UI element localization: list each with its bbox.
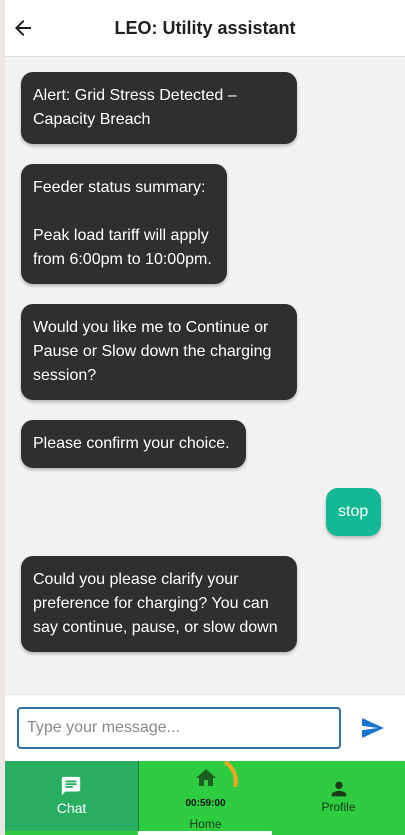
user-message: stop (326, 488, 381, 536)
nav-tab-chat[interactable]: Chat (5, 761, 138, 831)
bot-message: Could you please clarify your preference… (21, 556, 297, 652)
message-composer (5, 694, 405, 761)
nav-label-chat: Chat (56, 800, 87, 816)
send-button[interactable] (361, 717, 385, 739)
nav-label-profile: Profile (321, 800, 356, 814)
page-title: LEO: Utility assistant (114, 18, 296, 38)
send-icon (362, 718, 384, 738)
active-tab-indicator (138, 831, 272, 835)
app-root: LEO: Utility assistant Alert: Grid Stres… (0, 0, 405, 835)
nav-label-home: Home (189, 817, 222, 831)
bottom-navigation: Chat 00:59:00 Home Profile (5, 761, 405, 835)
bot-message: Would you like me to Continue or Pause o… (21, 304, 297, 400)
chat-icon (61, 776, 81, 796)
bot-message: Please confirm your choice. (21, 420, 246, 468)
chat-message-list[interactable]: Alert: Grid Stress Detected – Capacity B… (5, 57, 405, 694)
session-timer: 00:59:00 (185, 798, 226, 809)
home-icon (196, 769, 216, 786)
nav-tab-profile[interactable]: Profile (272, 761, 405, 831)
bot-message: Alert: Grid Stress Detected – Capacity B… (21, 72, 297, 144)
nav-tab-home[interactable]: 00:59:00 Home (138, 761, 272, 831)
person-icon (331, 781, 347, 797)
message-input[interactable] (17, 707, 341, 749)
bot-message: Feeder status summary: Peak load tariff … (21, 164, 227, 284)
app-header: LEO: Utility assistant (5, 0, 405, 57)
